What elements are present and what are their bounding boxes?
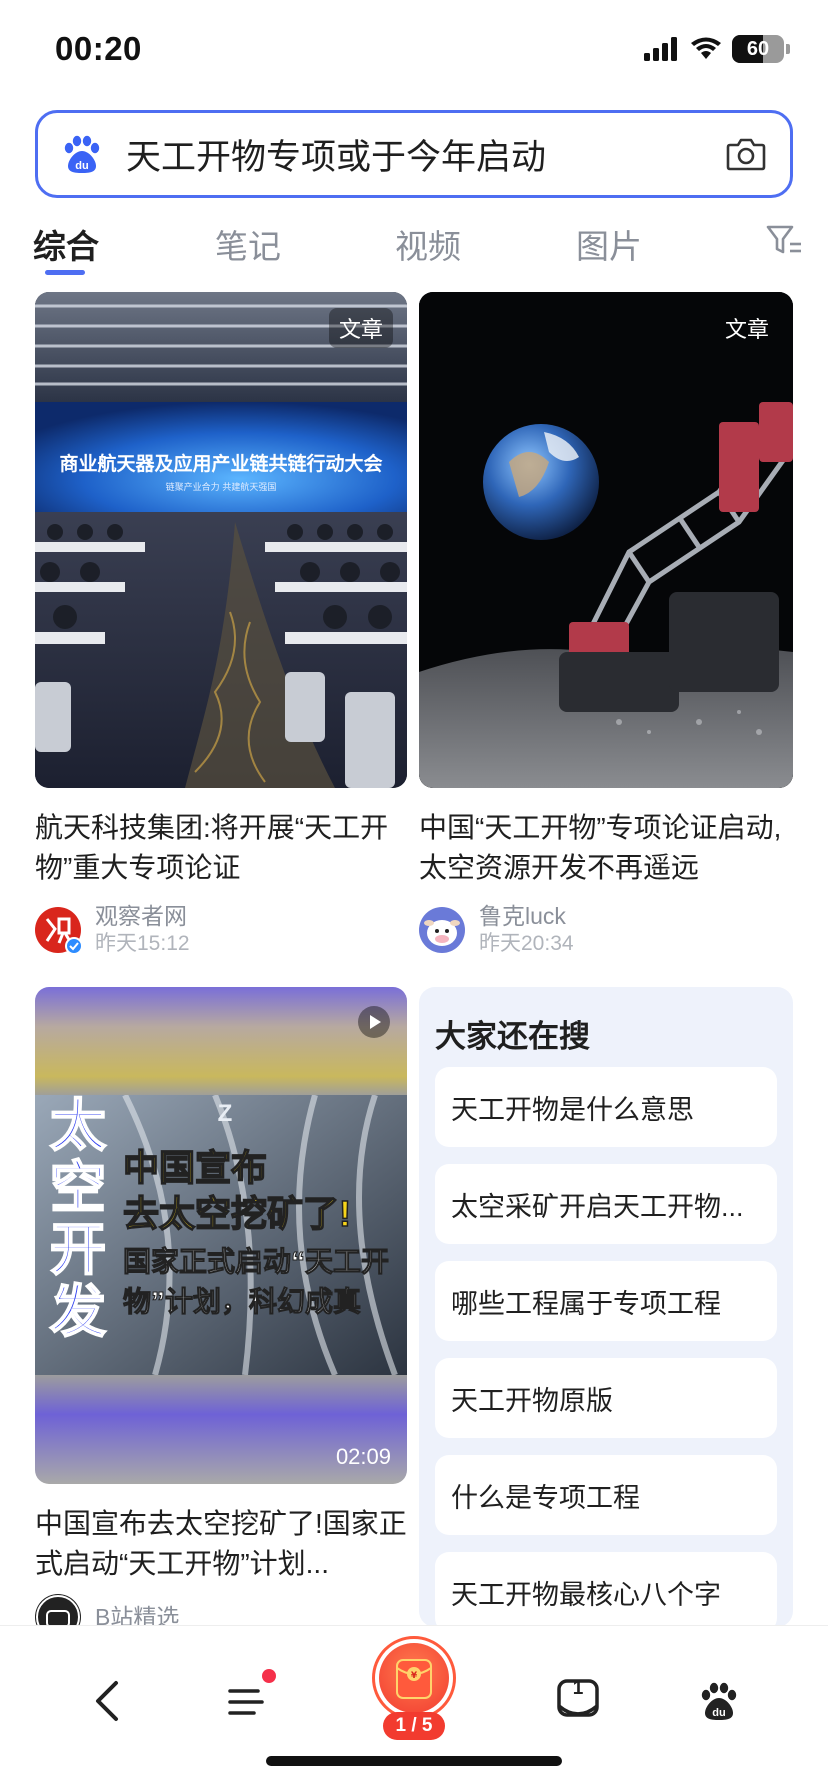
tab-videos[interactable]: 视频 — [395, 220, 461, 268]
card-meta: 鲁克luck 昨天20:34 — [419, 902, 793, 958]
play-icon — [358, 1006, 390, 1038]
tab-images[interactable]: 图片 — [576, 220, 642, 268]
red-packet-inner: ¥ — [379, 1643, 449, 1713]
vertical-title-char: 发 — [49, 1280, 107, 1344]
card-title[interactable]: 中国“天工开物”专项论证启动,太空资源开发不再遥远 — [419, 808, 793, 888]
menu-icon — [228, 1689, 264, 1715]
video-frame: Z 太 空 开 发 中国宣布 去太空挖矿了! 国家正式启动“天工开 物”计划，科… — [35, 1094, 407, 1375]
battery-level: 60 — [746, 37, 770, 60]
also-search-panel: 大家还在搜 天工开物是什么意思 太空采矿开启天工开物... 哪些工程属于专项工程… — [419, 987, 793, 1627]
battery-nub — [786, 44, 790, 54]
search-box[interactable]: du 天工开物专项或于今年启动 — [35, 110, 793, 198]
also-search-item[interactable]: 太空采矿开启天工开物... — [435, 1164, 777, 1244]
also-search-item[interactable]: 天工开物最核心八个字 — [435, 1552, 777, 1627]
notification-dot — [262, 1669, 276, 1683]
overlay-line2: 去太空挖矿了! — [122, 1192, 352, 1235]
bottom-nav: ¥ 1 / 5 1 du — [0, 1625, 828, 1792]
verified-icon — [65, 937, 83, 955]
baidu-paw-icon: du — [701, 1682, 737, 1720]
image-caption: 商业航天器及应用产业链共链行动大会 — [59, 452, 382, 475]
also-search-item[interactable]: 天工开物原版 — [435, 1358, 777, 1438]
cow-avatar-icon — [424, 920, 460, 946]
tabs-button[interactable]: 1 — [548, 1671, 608, 1731]
card-author[interactable]: 观察者网 — [95, 902, 190, 930]
home-indicator[interactable] — [266, 1756, 562, 1766]
search-input[interactable]: 天工开物专项或于今年启动 — [126, 129, 724, 180]
card-image[interactable]: 商业航天器及应用产业链共链行动大会 链聚产业合力 共建航天强国 文章 — [35, 292, 407, 788]
video-thumbnail[interactable]: Z 太 空 开 发 中国宣布 去太空挖矿了! 国家正式启动“天工开 物”计划，科… — [35, 987, 407, 1484]
card-title[interactable]: 中国宣布去太空挖矿了!国家正式启动“天工开物”计划... — [35, 1504, 407, 1584]
content-type-tag: 文章 — [724, 317, 769, 342]
vertical-title: 太 空 开 发 — [43, 1094, 113, 1344]
red-packet-button[interactable]: ¥ — [372, 1636, 456, 1720]
image-subcaption: 链聚产业合力 共建航天强国 — [166, 481, 277, 493]
card-author[interactable]: 鲁克luck — [479, 902, 574, 930]
menu-button[interactable] — [218, 1669, 278, 1731]
result-tabs: 综合 笔记 视频 图片 — [33, 220, 803, 280]
wifi-icon — [691, 37, 721, 59]
baidu-home-button[interactable]: du — [689, 1671, 749, 1731]
tab-comprehensive[interactable]: 综合 — [33, 220, 99, 268]
signal-icon — [644, 37, 677, 61]
card-meta: 观察者网 昨天15:12 — [35, 902, 407, 958]
overlay-line4: 物”计划，科幻成真 — [122, 1286, 362, 1318]
overlay-line1: 中国宣布 — [122, 1146, 268, 1189]
video-duration: 02:09 — [335, 1444, 391, 1469]
result-card[interactable]: 商业航天器及应用产业链共链行动大会 链聚产业合力 共建航天强国 文章 航天科技集… — [35, 292, 407, 958]
red-packet-progress: 1 / 5 — [383, 1712, 445, 1740]
content-type-tag: 文章 — [328, 308, 393, 348]
card-time: 昨天15:12 — [95, 932, 190, 955]
also-search-item[interactable]: 天工开物是什么意思 — [435, 1067, 777, 1147]
also-search-item[interactable]: 哪些工程属于专项工程 — [435, 1261, 777, 1341]
camera-icon[interactable] — [724, 132, 768, 176]
card-image[interactable]: 文章 — [419, 292, 793, 788]
filter-icon[interactable] — [765, 222, 803, 258]
status-time: 00:20 — [55, 30, 142, 67]
z-logo: Z — [218, 1100, 233, 1127]
tab-count: 1 — [572, 1678, 584, 1699]
overlay-line3: 国家正式启动“天工开 — [123, 1246, 390, 1278]
card-time: 昨天20:34 — [479, 932, 574, 955]
tab-notes[interactable]: 笔记 — [215, 220, 281, 268]
video-card[interactable]: Z 太 空 开 发 中国宣布 去太空挖矿了! 国家正式启动“天工开 物”计划，科… — [35, 987, 407, 1640]
avatar[interactable] — [35, 907, 83, 955]
lunar-mining-image — [419, 292, 793, 788]
status-icons: 60 — [644, 34, 790, 64]
vertical-title-char: 太 — [49, 1094, 107, 1158]
status-bar: 00:20 60 — [0, 0, 828, 100]
result-card[interactable]: 文章 中国“天工开物”专项论证启动,太空资源开发不再遥远 鲁克luck 昨天20… — [419, 292, 793, 958]
svg-text:du: du — [75, 160, 88, 172]
also-search-item[interactable]: 什么是专项工程 — [435, 1455, 777, 1535]
also-search-title: 大家还在搜 — [435, 1019, 590, 1054]
back-button[interactable] — [78, 1671, 138, 1731]
chevron-left-icon — [96, 1681, 118, 1721]
vertical-title-char: 空 — [49, 1156, 107, 1220]
svg-text:du: du — [712, 1707, 725, 1719]
tab-active-indicator — [45, 270, 85, 275]
battery-icon: 60 — [732, 35, 784, 63]
svg-text:¥: ¥ — [411, 1671, 418, 1681]
conference-image: 商业航天器及应用产业链共链行动大会 链聚产业合力 共建航天强国 — [35, 292, 407, 788]
vertical-title-char: 开 — [49, 1218, 107, 1282]
baidu-logo-icon: du — [64, 135, 100, 173]
avatar[interactable] — [419, 907, 465, 953]
card-title[interactable]: 航天科技集团:将开展“天工开物”重大专项论证 — [35, 808, 407, 888]
red-packet-icon: ¥ — [396, 1659, 432, 1699]
